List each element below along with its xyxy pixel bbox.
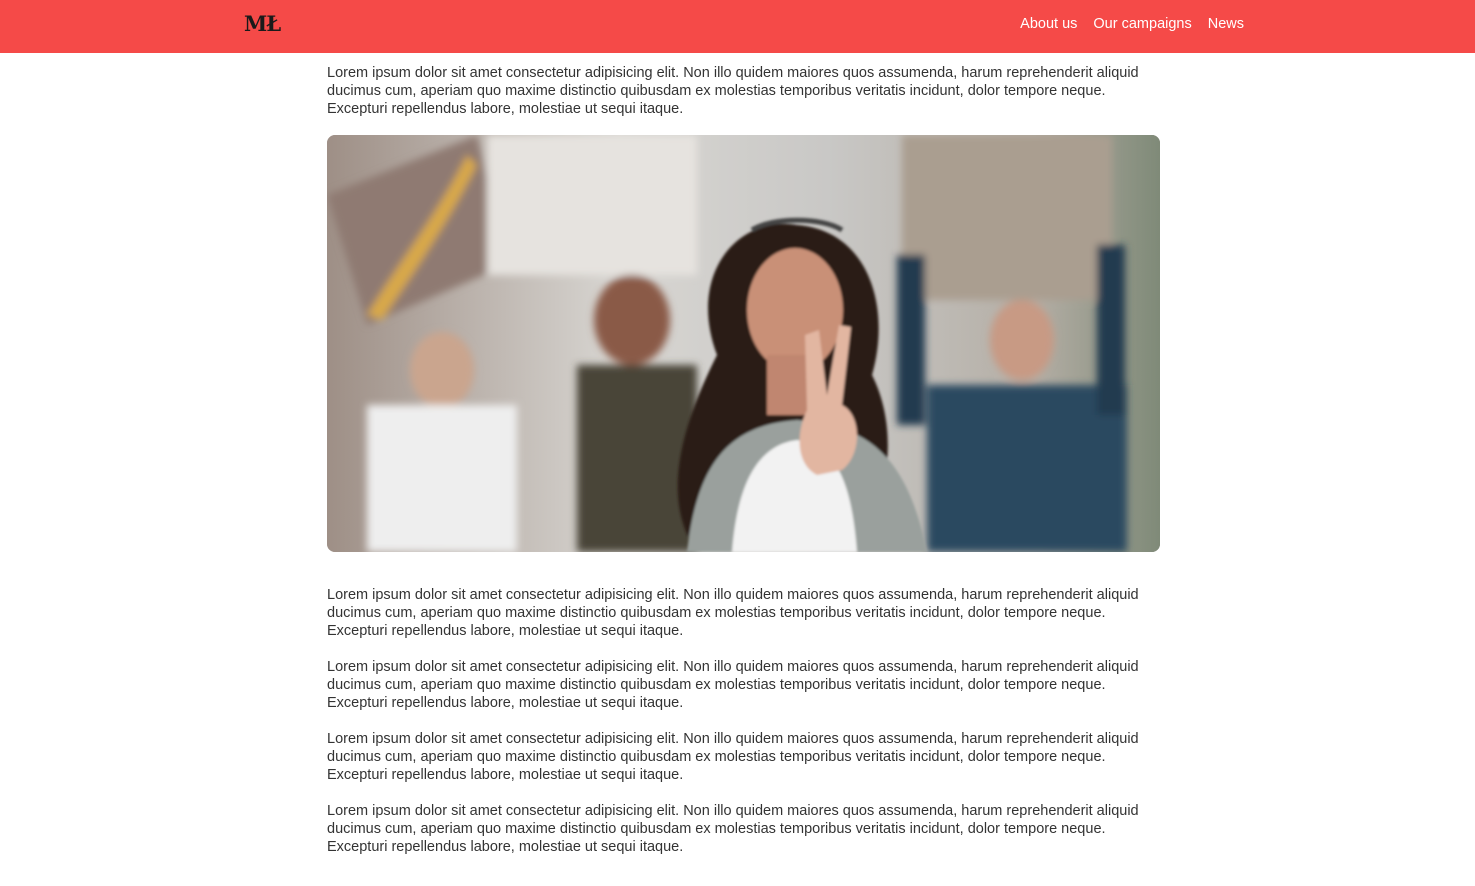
body-paragraph: Lorem ipsum dolor sit amet consectetur a… <box>327 803 1139 855</box>
intro-paragraph: Lorem ipsum dolor sit amet consectetur a… <box>327 65 1139 117</box>
main-nav: About us Our campaigns News <box>1020 16 1244 32</box>
body-paragraph: Lorem ipsum dolor sit amet consectetur a… <box>327 587 1139 639</box>
site-logo[interactable]: MŁ <box>244 11 281 36</box>
body-paragraph: Lorem ipsum dolor sit amet consectetur a… <box>327 659 1139 711</box>
body-paragraph: Lorem ipsum dolor sit amet consectetur a… <box>327 731 1139 783</box>
nav-link-news[interactable]: News <box>1208 16 1244 32</box>
nav-link-about-us[interactable]: About us <box>1020 16 1077 32</box>
protest-photo <box>327 135 1160 552</box>
top-navbar: MŁ About us Our campaigns News <box>0 0 1475 53</box>
article-content: Lorem ipsum dolor sit amet consectetur a… <box>327 64 1160 874</box>
protest-photo-illustration <box>327 135 1160 552</box>
nav-link-our-campaigns[interactable]: Our campaigns <box>1093 16 1191 32</box>
